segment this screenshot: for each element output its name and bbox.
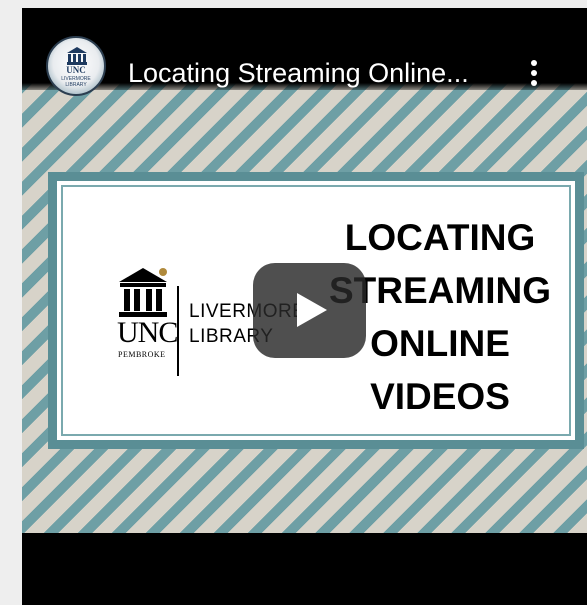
library-building-icon bbox=[119, 268, 167, 317]
more-options-button[interactable] bbox=[522, 53, 546, 93]
more-vertical-icon bbox=[531, 60, 537, 66]
headline-line: LOCATING bbox=[344, 217, 536, 258]
logo-divider bbox=[177, 286, 179, 376]
more-vertical-icon bbox=[531, 70, 537, 76]
play-button[interactable] bbox=[253, 263, 366, 358]
video-title-bar: UNC LIVERMORE LIBRARY Locating Streaming… bbox=[22, 8, 587, 96]
avatar-building-icon bbox=[67, 47, 87, 65]
avatar-library-line: LIBRARY bbox=[65, 82, 87, 88]
embedded-video-player[interactable]: UNC PEMBROKE LIVERMORE LIBRARY LOCATING … bbox=[22, 8, 587, 605]
play-icon bbox=[297, 293, 327, 327]
page-background: UNC PEMBROKE LIVERMORE LIBRARY LOCATING … bbox=[0, 0, 587, 605]
avatar-unc-text: UNC bbox=[66, 65, 86, 75]
logo-unc-text: UNC bbox=[117, 316, 178, 349]
video-title-link[interactable]: Locating Streaming Online... bbox=[128, 55, 508, 91]
logo-pembroke-text: PEMBROKE bbox=[118, 350, 166, 359]
player-bottom-bar bbox=[22, 533, 587, 605]
channel-avatar[interactable]: UNC LIVERMORE LIBRARY bbox=[46, 36, 106, 96]
avatar-library-text: LIVERMORE LIBRARY bbox=[48, 76, 104, 88]
more-vertical-icon bbox=[531, 80, 537, 86]
headline-line: VIDEOS bbox=[370, 376, 510, 417]
